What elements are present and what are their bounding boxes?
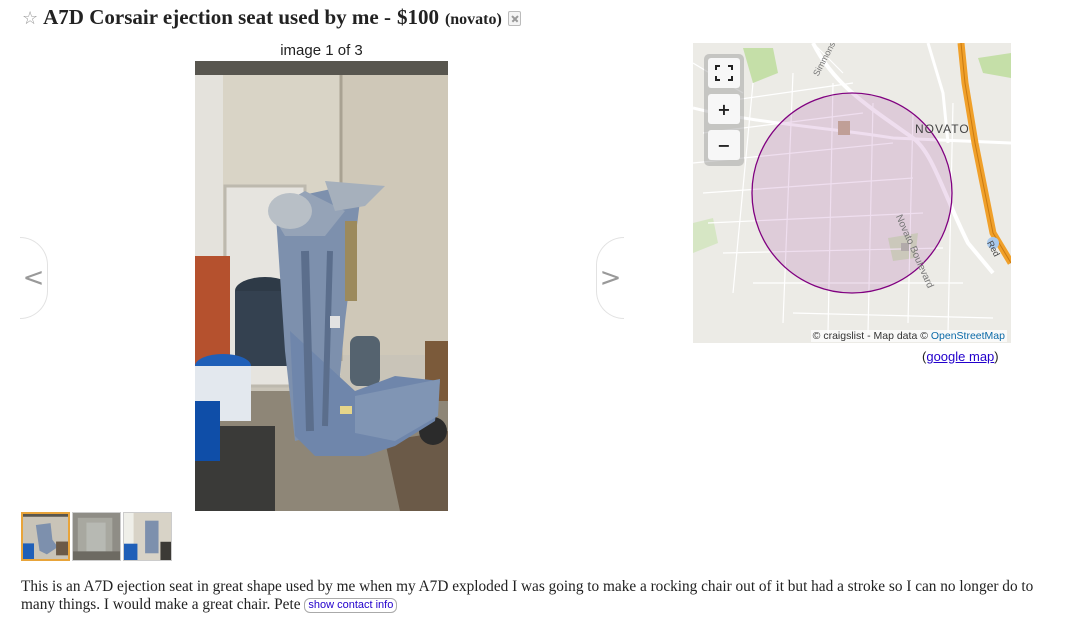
posting-body-text: This is an A7D ejection seat in great sh… <box>21 578 1034 613</box>
location-map[interactable]: Simmons NOVATO Novato Boulevard Red + − … <box>693 43 1011 343</box>
attribution-text: © craigslist - Map data © <box>812 330 928 342</box>
favorite-star-icon[interactable]: ☆ <box>22 8 38 29</box>
ejection-seat-photo <box>195 61 448 511</box>
previous-image-button[interactable]: < <box>20 237 48 319</box>
fullscreen-icon <box>715 65 733 81</box>
zoom-in-button[interactable]: + <box>708 94 740 124</box>
next-image-button[interactable]: > <box>596 237 624 319</box>
map-label-novato: NOVATO <box>915 122 970 136</box>
posting-title: A7D Corsair ejection seat used by me - <box>43 5 391 29</box>
thumbnail-strip <box>21 512 172 561</box>
fullscreen-button[interactable] <box>708 58 740 88</box>
paren-close: ) <box>994 349 999 364</box>
google-map-link-wrapper: (google map) <box>922 349 999 364</box>
minus-icon: − <box>717 135 731 155</box>
main-image[interactable] <box>195 61 448 511</box>
thumbnail-2[interactable] <box>72 512 121 561</box>
posting-title-row: ☆ A7D Corsair ejection seat used by me -… <box>22 5 521 31</box>
image-counter: image 1 of 3 <box>280 42 363 59</box>
plus-icon: + <box>717 99 731 119</box>
chevron-left-icon: < <box>22 263 45 293</box>
map-controls: + − <box>704 54 744 166</box>
hide-posting-icon[interactable] <box>507 11 521 26</box>
thumbnail-image <box>23 514 68 559</box>
show-contact-info-button[interactable]: show contact info <box>304 598 398 613</box>
zoom-out-button[interactable]: − <box>708 130 740 160</box>
openstreetmap-link[interactable]: OpenStreetMap <box>931 330 1005 342</box>
thumbnail-image <box>73 513 120 560</box>
thumbnail-1[interactable] <box>21 512 70 561</box>
map-attribution: © craigslist - Map data © OpenStreetMap <box>810 330 1007 342</box>
thumbnail-3[interactable] <box>123 512 172 561</box>
thumbnail-image <box>124 513 171 560</box>
posting-price: $100 <box>396 5 439 29</box>
google-map-link[interactable]: google map <box>926 349 994 364</box>
posting-body: This is an A7D ejection seat in great sh… <box>21 578 1051 614</box>
posting-location: (novato) <box>444 11 502 28</box>
chevron-right-icon: > <box>599 263 622 293</box>
